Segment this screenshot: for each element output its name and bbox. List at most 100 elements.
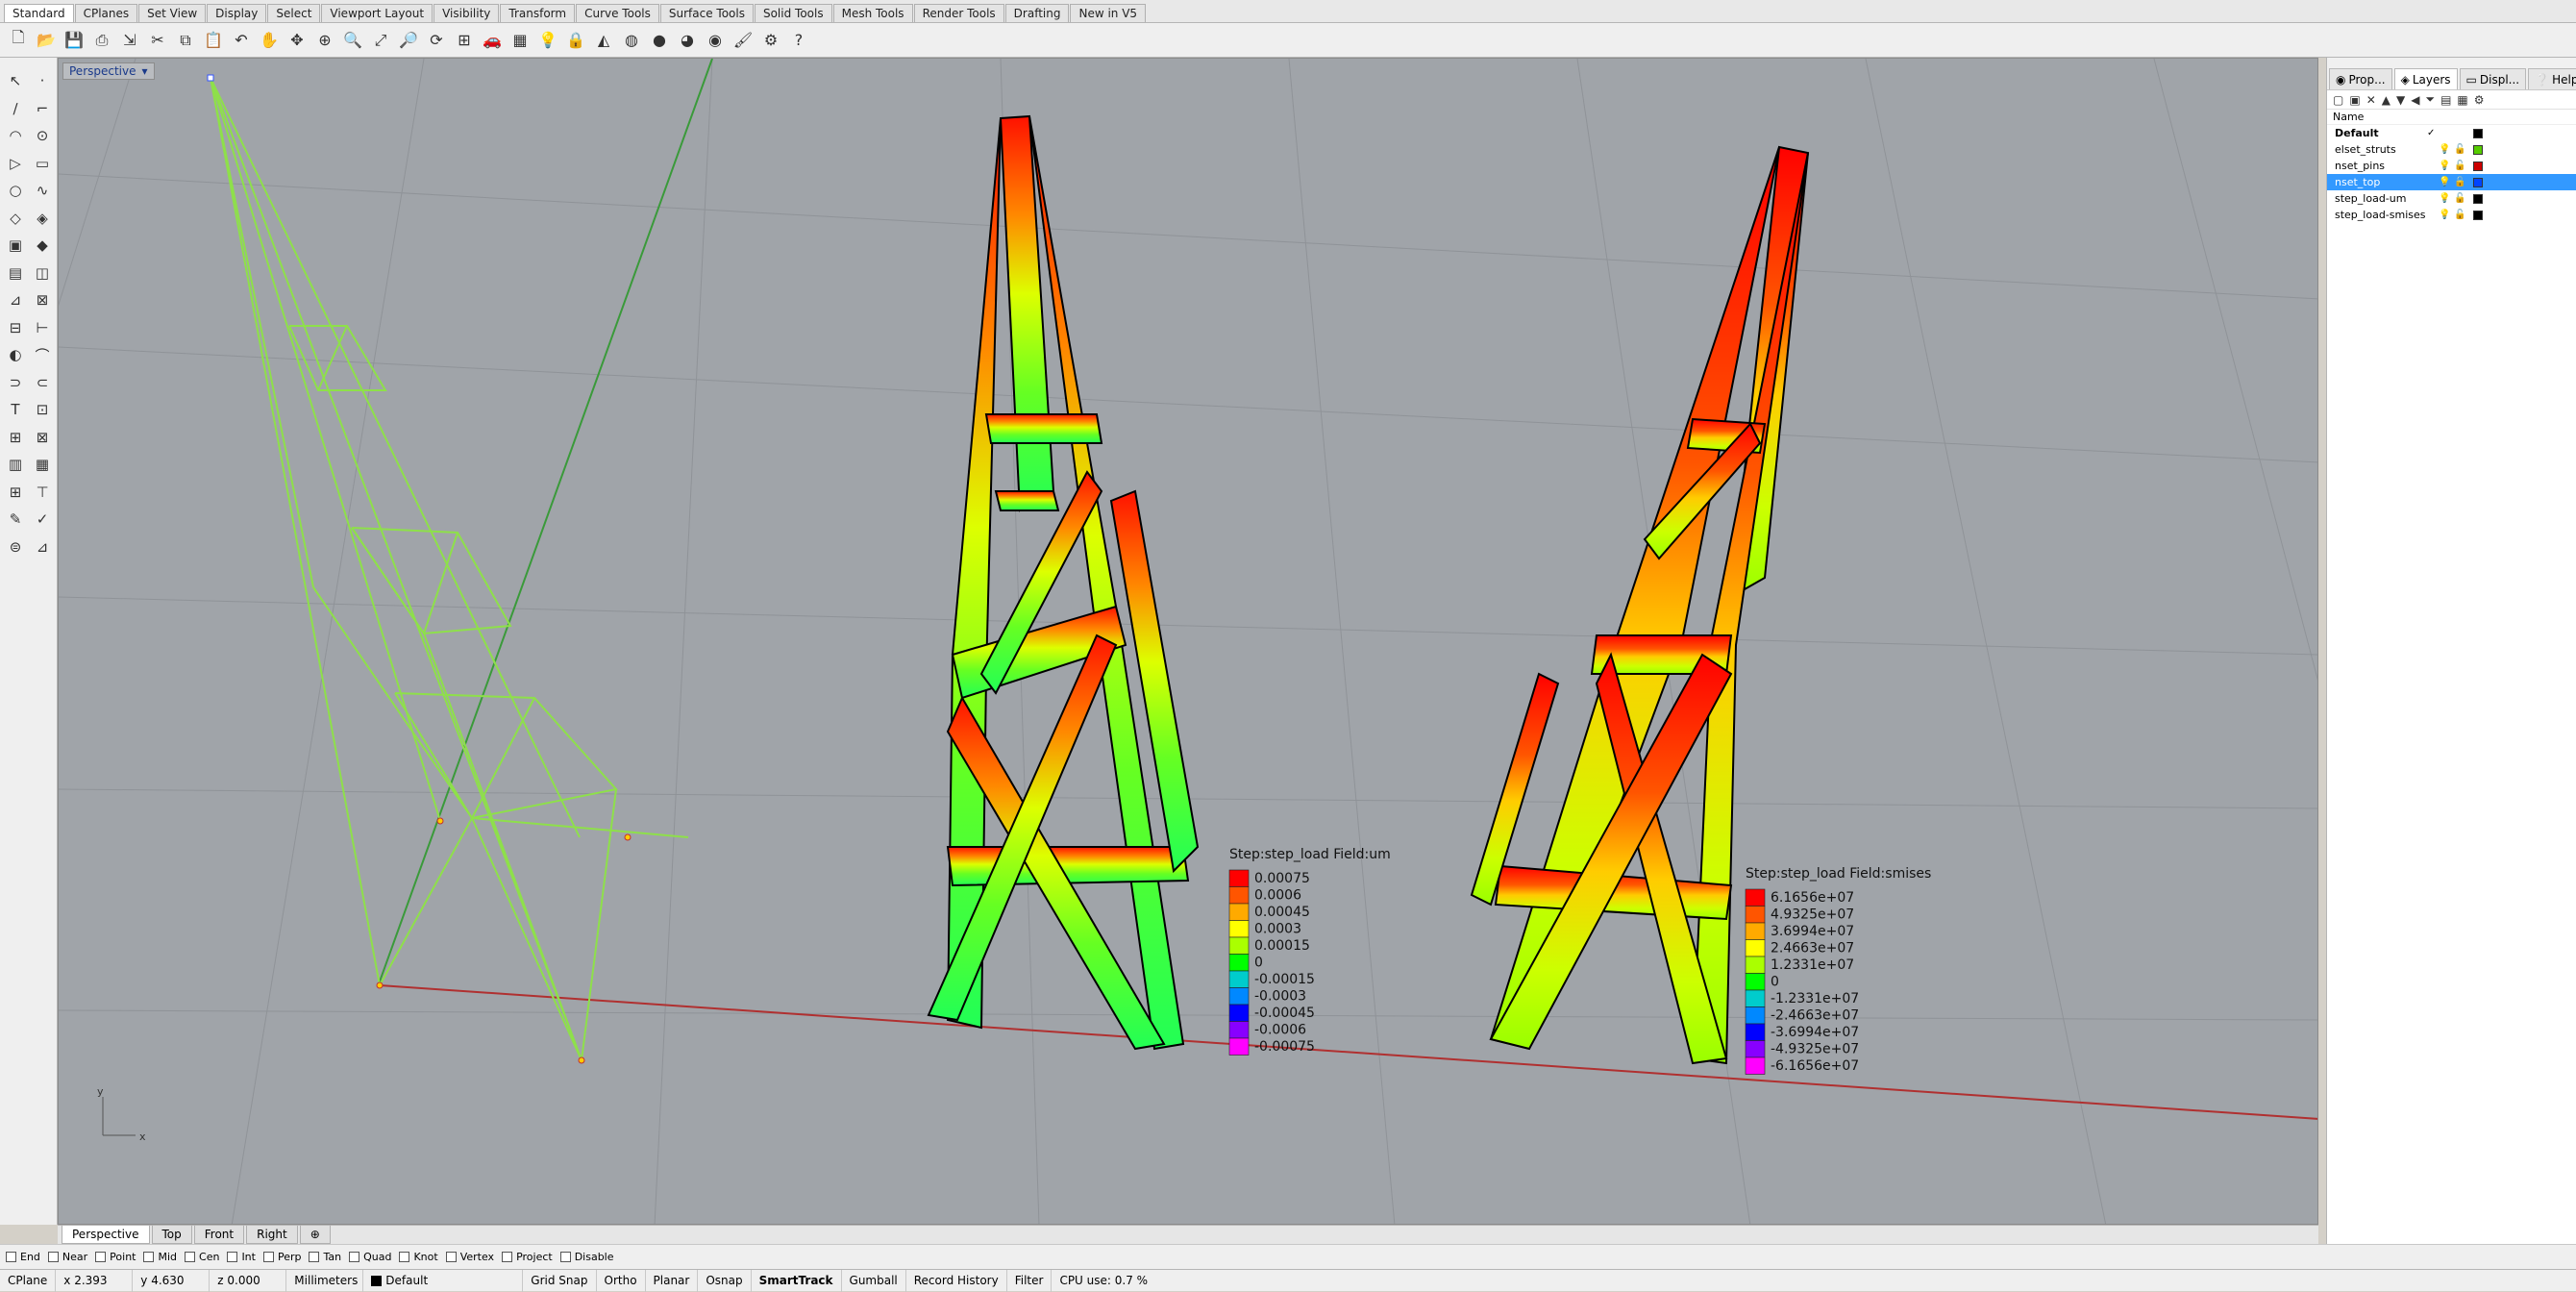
- osnap-end[interactable]: End: [6, 1251, 40, 1263]
- osnap-vertex[interactable]: Vertex: [445, 1251, 494, 1263]
- tool-icon-3[interactable]: ⌐: [31, 97, 54, 120]
- tool-icon-27[interactable]: ⊠: [31, 426, 54, 449]
- viewport-tab-front[interactable]: Front: [193, 1226, 245, 1244]
- planar-toggle[interactable]: Planar: [646, 1269, 699, 1292]
- tool-icon-22[interactable]: ⊃: [4, 371, 27, 394]
- layer-color-swatch[interactable]: [2473, 211, 2483, 220]
- save-icon[interactable]: 💾: [62, 28, 87, 53]
- osnap-disable[interactable]: Disable: [559, 1251, 614, 1263]
- tool-icon-17[interactable]: ⊠: [31, 288, 54, 311]
- layer-row-nset_top[interactable]: nset_top 💡 🔓: [2327, 174, 2576, 190]
- rotate-view-icon[interactable]: ⟳: [424, 28, 449, 53]
- lock-icon[interactable]: 🔓: [2454, 207, 2465, 223]
- copy-icon[interactable]: ⧉: [173, 28, 198, 53]
- paste-icon[interactable]: 📋: [201, 28, 226, 53]
- tab-render-tools[interactable]: Render Tools: [913, 4, 1004, 22]
- tab-cplanes[interactable]: CPlanes: [74, 4, 138, 22]
- tab-select[interactable]: Select: [267, 4, 321, 22]
- lightbulb-icon[interactable]: 💡: [2439, 141, 2450, 158]
- tool-icon-26[interactable]: ⊞: [4, 426, 27, 449]
- tab-new-in-v5[interactable]: New in V5: [1070, 4, 1147, 22]
- viewport-dropdown-icon[interactable]: ▾: [142, 63, 148, 79]
- layer-row-step_load-smises[interactable]: step_load-smises 💡 🔓: [2327, 207, 2576, 223]
- panel-tab-prop[interactable]: ◉ Prop...: [2329, 68, 2392, 89]
- tool-icon-4[interactable]: ◠: [4, 124, 27, 147]
- color-wheel-icon[interactable]: ◍: [619, 28, 644, 53]
- help-icon[interactable]: ?: [786, 28, 811, 53]
- grid-snap-toggle[interactable]: Grid Snap: [523, 1269, 597, 1292]
- tool-icon-11[interactable]: ◈: [31, 207, 54, 230]
- car-icon[interactable]: 🚗: [480, 28, 505, 53]
- tool-icon-13[interactable]: ◆: [31, 234, 54, 257]
- layer-row-nset_pins[interactable]: nset_pins 💡 🔓: [2327, 158, 2576, 174]
- osnap-checkbox[interactable]: [227, 1252, 238, 1262]
- tool-icon-28[interactable]: ▥: [4, 453, 27, 476]
- tool-icon-16[interactable]: ⊿: [4, 288, 27, 311]
- perspective-viewport[interactable]: x y Step:step_load Field:um 0.00075 0.000…: [58, 58, 2318, 1225]
- osnap-perp[interactable]: Perp: [262, 1251, 301, 1263]
- viewport-title[interactable]: Perspective ▾: [62, 62, 155, 80]
- osnap-checkbox[interactable]: [262, 1252, 274, 1262]
- tab-curve-tools[interactable]: Curve Tools: [576, 4, 659, 22]
- osnap-mid[interactable]: Mid: [143, 1251, 177, 1263]
- layer-tool-icon-9[interactable]: ⚙: [2474, 93, 2485, 107]
- tab-viewport-layout[interactable]: Viewport Layout: [321, 4, 433, 22]
- tool-icon-34[interactable]: ⊜: [4, 535, 27, 559]
- move-icon[interactable]: ✥: [285, 28, 310, 53]
- tool-icon-12[interactable]: ▣: [4, 234, 27, 257]
- viewport-tab-top[interactable]: Top: [151, 1226, 192, 1244]
- lock-icon[interactable]: 🔓: [2454, 158, 2465, 174]
- layer-row-Default[interactable]: Default ✓: [2327, 125, 2576, 141]
- open-icon[interactable]: 📂: [34, 28, 59, 53]
- render-icon[interactable]: ◕: [675, 28, 700, 53]
- tool-icon-21[interactable]: ⌒: [31, 343, 54, 366]
- layer-color-swatch[interactable]: [2473, 178, 2483, 187]
- osnap-cen[interactable]: Cen: [185, 1251, 219, 1263]
- layer-color-swatch[interactable]: [2473, 162, 2483, 171]
- layer-tool-icon-2[interactable]: ✕: [2366, 93, 2376, 107]
- viewport-tab-add[interactable]: ⊕: [299, 1226, 331, 1244]
- tab-surface-tools[interactable]: Surface Tools: [659, 4, 754, 22]
- panel-tab-help[interactable]: ❔ Help: [2528, 68, 2576, 89]
- ortho-toggle[interactable]: Ortho: [597, 1269, 646, 1292]
- shade-icon[interactable]: ●: [647, 28, 672, 53]
- tab-set-view[interactable]: Set View: [138, 4, 207, 22]
- layer-row-elset_struts[interactable]: elset_struts 💡 🔓: [2327, 141, 2576, 158]
- layer-tool-icon-6[interactable]: ⏷: [2425, 92, 2435, 107]
- zoom-extents-icon[interactable]: ⤢: [368, 28, 393, 53]
- osnap-checkbox[interactable]: [6, 1252, 16, 1262]
- new-icon[interactable]: 🗋: [6, 28, 31, 53]
- current-layer[interactable]: Default: [363, 1269, 524, 1292]
- zoom-window-icon[interactable]: ⊕: [312, 28, 337, 53]
- lightbulb-icon[interactable]: 💡: [2439, 174, 2450, 190]
- lightbulb-icon[interactable]: 💡: [2439, 158, 2450, 174]
- tool-icon-9[interactable]: ∿: [31, 179, 54, 202]
- filter-toggle[interactable]: Filter: [1007, 1269, 1053, 1292]
- osnap-quad[interactable]: Quad: [349, 1251, 391, 1263]
- layer-tool-icon-8[interactable]: ▦: [2457, 93, 2467, 107]
- tab-drafting[interactable]: Drafting: [1004, 4, 1070, 22]
- lightbulb-icon[interactable]: 💡: [2439, 207, 2450, 223]
- tab-transform[interactable]: Transform: [500, 4, 576, 22]
- tool-icon-18[interactable]: ⊟: [4, 316, 27, 339]
- lock-icon[interactable]: 🔓: [2454, 174, 2465, 190]
- print-icon[interactable]: ⎙: [89, 28, 114, 53]
- lock-icon[interactable]: 🔓: [2454, 141, 2465, 158]
- tool-icon-20[interactable]: ◐: [4, 343, 27, 366]
- settings-icon[interactable]: ⚙: [758, 28, 783, 53]
- tool-icon-29[interactable]: ▦: [31, 453, 54, 476]
- layer-tool-icon-3[interactable]: ▲: [2382, 93, 2390, 107]
- tool-icon-23[interactable]: ⊂: [31, 371, 54, 394]
- units-label[interactable]: Millimeters: [286, 1269, 364, 1292]
- osnap-checkbox[interactable]: [445, 1252, 457, 1262]
- layer-color-swatch[interactable]: [2473, 194, 2483, 204]
- osnap-project[interactable]: Project: [502, 1251, 553, 1263]
- tool-icon-6[interactable]: ▷: [4, 152, 27, 175]
- osnap-checkbox[interactable]: [399, 1252, 410, 1262]
- tool-icon-25[interactable]: ⊡: [31, 398, 54, 421]
- osnap-tan[interactable]: Tan: [309, 1251, 341, 1263]
- tool-icon-19[interactable]: ⊢: [31, 316, 54, 339]
- cut-icon[interactable]: ✂: [145, 28, 170, 53]
- tool-icon-5[interactable]: ⊙: [31, 124, 54, 147]
- layer-tool-icon-0[interactable]: ▢: [2333, 93, 2343, 107]
